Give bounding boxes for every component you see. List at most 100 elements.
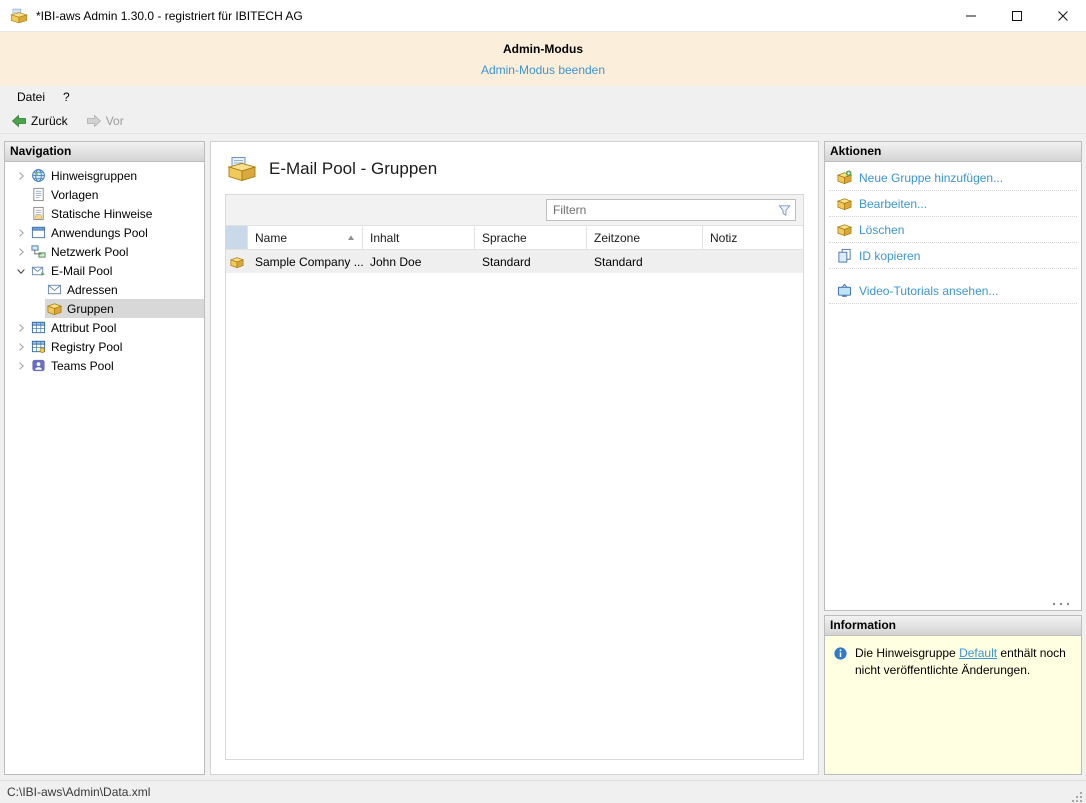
info-icon: [833, 646, 848, 661]
information-panel-header: Information: [825, 616, 1081, 636]
column-header-notiz[interactable]: Notiz: [703, 226, 803, 249]
column-header-zeitzone[interactable]: Zeitzone: [587, 226, 703, 249]
tree-item-email-pool[interactable]: E-Mail Pool: [5, 261, 204, 280]
forward-button[interactable]: Vor: [81, 111, 129, 131]
row-selector-header[interactable]: [226, 226, 248, 249]
row-icon-cell: [226, 255, 248, 269]
action-video-tutorials[interactable]: Video-Tutorials ansehen...: [829, 278, 1077, 304]
action-label: ID kopieren: [859, 248, 921, 263]
actions-panel: Aktionen Neue Gruppe hinzufügen... Bearb…: [824, 141, 1082, 611]
tree-item-label: E-Mail Pool: [51, 263, 113, 278]
minimize-icon: [966, 11, 976, 21]
chevron-right-icon[interactable]: [13, 168, 29, 184]
chevron-right-icon[interactable]: [13, 244, 29, 260]
package-add-icon: [837, 170, 852, 185]
action-delete[interactable]: Löschen: [829, 217, 1077, 243]
copy-icon: [837, 248, 852, 263]
tree-item-attribut-pool[interactable]: Attribut Pool: [5, 318, 204, 337]
static-notices-icon: [31, 206, 46, 221]
tree-item-teams-pool[interactable]: Teams Pool: [5, 356, 204, 375]
cell-inhalt: John Doe: [370, 254, 422, 269]
statusbar: C:\IBI-aws\Admin\Data.xml: [0, 780, 1086, 803]
titlebar: *IBI-aws Admin 1.30.0 - registriert für …: [0, 0, 1086, 32]
tree-item-hinweisgruppen[interactable]: Hinweisgruppen: [5, 166, 204, 185]
action-label: Video-Tutorials ansehen...: [859, 283, 999, 298]
column-header-inhalt[interactable]: Inhalt: [363, 226, 475, 249]
tree-item-gruppen[interactable]: Gruppen: [5, 299, 204, 318]
page-title: E-Mail Pool - Gruppen: [269, 159, 438, 178]
actions-splitter-grip[interactable]: [1051, 601, 1071, 607]
chevron-right-icon[interactable]: [13, 339, 29, 355]
menubar: Datei ?: [0, 86, 1086, 108]
close-button[interactable]: [1040, 0, 1086, 31]
menu-help[interactable]: ?: [54, 88, 79, 106]
tree-item-label: Gruppen: [67, 301, 114, 316]
minimize-button[interactable]: [948, 0, 994, 31]
chevron-right-icon[interactable]: [13, 320, 29, 336]
tree-item-label: Registry Pool: [51, 339, 123, 354]
templates-icon: [31, 187, 46, 202]
filter-input[interactable]: [547, 200, 773, 220]
filter-box: [546, 199, 796, 221]
chevron-right-icon[interactable]: [13, 358, 29, 374]
cell-name: Sample Company ...: [255, 254, 363, 269]
tree-item-label: Teams Pool: [51, 358, 114, 373]
navigation-tree: Hinweisgruppen Vorlagen Statische Hinwei…: [5, 162, 204, 774]
email-pool-icon: [31, 263, 46, 278]
back-button[interactable]: Zurück: [6, 111, 73, 131]
action-new-group[interactable]: Neue Gruppe hinzufügen...: [829, 165, 1077, 191]
filter-strip: [226, 195, 803, 226]
tree-item-adressen[interactable]: Adressen: [5, 280, 204, 299]
table-empty-area: [226, 273, 803, 759]
tree-item-registry-pool[interactable]: Registry Pool: [5, 337, 204, 356]
tree-item-label: Attribut Pool: [51, 320, 117, 335]
admin-mode-exit-link[interactable]: Admin-Modus beenden: [481, 63, 605, 77]
application-pool-icon: [31, 225, 46, 240]
tree-item-vorlagen[interactable]: Vorlagen: [5, 185, 204, 204]
menu-datei[interactable]: Datei: [8, 88, 54, 106]
toolbar: Zurück Vor: [0, 108, 1086, 134]
chevron-right-icon[interactable]: [13, 225, 29, 241]
table-row[interactable]: Sample Company ... John Doe Standard Sta…: [226, 250, 803, 273]
main-area: Navigation Hinweisgruppen Vorlagen Stati…: [0, 134, 1086, 780]
info-text-before: Die Hinweisgruppe: [855, 646, 960, 660]
back-button-label: Zurück: [31, 113, 68, 128]
chevron-down-icon[interactable]: [13, 263, 29, 279]
information-panel: Information Die Hinweisgruppe Default en…: [824, 615, 1082, 775]
action-edit[interactable]: Bearbeiten...: [829, 191, 1077, 217]
actions-list: Neue Gruppe hinzufügen... Bearbeiten... …: [825, 162, 1081, 610]
network-pool-icon: [31, 244, 46, 259]
navigation-panel: Navigation Hinweisgruppen Vorlagen Stati…: [4, 141, 205, 775]
notice-groups-icon: [31, 168, 46, 183]
tree-item-anwendungs-pool[interactable]: Anwendungs Pool: [5, 223, 204, 242]
column-header-label: Name: [255, 230, 288, 245]
column-header-sprache[interactable]: Sprache: [475, 226, 587, 249]
forward-arrow-icon: [86, 113, 102, 129]
table-header-row: Name Inhalt Sprache Zeitzone Notiz: [226, 226, 803, 250]
tree-item-label: Statische Hinweise: [51, 206, 153, 221]
app-icon: [10, 8, 28, 24]
action-copy-id[interactable]: ID kopieren: [829, 243, 1077, 269]
content-title-row: E-Mail Pool - Gruppen: [225, 154, 804, 194]
navigation-panel-header: Navigation: [5, 142, 204, 162]
column-header-label: Inhalt: [370, 230, 400, 245]
tree-item-netzwerk-pool[interactable]: Netzwerk Pool: [5, 242, 204, 261]
filter-funnel-icon[interactable]: [773, 203, 795, 218]
column-header-label: Sprache: [482, 230, 527, 245]
content-panel: E-Mail Pool - Gruppen Name Inhalt Sprach…: [210, 141, 819, 775]
attribute-pool-icon: [31, 320, 46, 335]
default-group-link[interactable]: Default: [959, 646, 997, 660]
cell-zeitzone: Standard: [594, 254, 643, 269]
groups-table: Name Inhalt Sprache Zeitzone Notiz Sampl…: [225, 194, 804, 760]
email-group-icon: [227, 156, 257, 182]
tree-item-label: Anwendungs Pool: [51, 225, 148, 240]
maximize-button[interactable]: [994, 0, 1040, 31]
column-header-name[interactable]: Name: [248, 226, 363, 249]
admin-mode-banner: Admin-Modus Admin-Modus beenden: [0, 32, 1086, 86]
groups-icon: [47, 301, 62, 316]
resize-grip-icon[interactable]: [1069, 789, 1083, 803]
tree-item-statische-hinweise[interactable]: Statische Hinweise: [5, 204, 204, 223]
tree-item-label: Vorlagen: [51, 187, 99, 202]
tree-item-label: Netzwerk Pool: [51, 244, 129, 259]
cell-sprache: Standard: [482, 254, 531, 269]
